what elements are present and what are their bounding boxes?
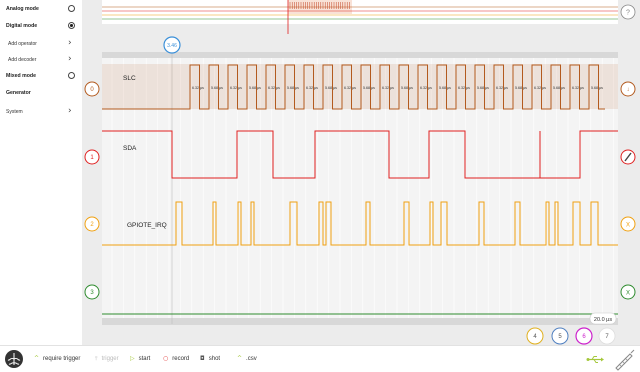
require-trigger-button[interactable]: ^ require trigger bbox=[34, 355, 80, 362]
channel-7-select[interactable]: 7 bbox=[598, 327, 616, 345]
channel-0-name: SLC bbox=[123, 75, 136, 82]
help-button[interactable]: ? bbox=[620, 4, 636, 20]
channel-6-select[interactable]: 6 bbox=[575, 327, 593, 345]
shot-button[interactable]: ◘ shot bbox=[200, 355, 220, 362]
csv-label: .csv bbox=[246, 355, 257, 362]
channel-1-button[interactable]: 1 bbox=[84, 149, 100, 165]
pulse-width-label: 6.32 µs bbox=[268, 86, 280, 90]
shot-label: shot bbox=[208, 355, 221, 362]
timebase-label: 20.0 µs bbox=[594, 317, 612, 323]
pulse-width-label: 5.68 µs bbox=[211, 86, 223, 90]
pulse-width-label: 6.32 µs bbox=[572, 86, 584, 90]
pulse-width-label: 6.32 µs bbox=[382, 86, 394, 90]
chevron-up-icon: ^ bbox=[34, 355, 40, 362]
channel-1-edit-button[interactable] bbox=[620, 149, 636, 165]
channel-0-offset-button[interactable]: ↓ bbox=[620, 81, 636, 97]
app-logo-icon[interactable] bbox=[4, 349, 24, 369]
channel-5-select[interactable]: 5 bbox=[551, 327, 569, 345]
close-icon: X bbox=[626, 222, 630, 228]
arrow-down-icon: ↓ bbox=[627, 87, 630, 93]
channel-4-select[interactable]: 4 bbox=[526, 327, 544, 345]
record-icon: ○ bbox=[163, 355, 169, 362]
pulse-width-label: 5.68 µs bbox=[287, 86, 299, 90]
pulse-width-label: 6.32 µs bbox=[306, 86, 318, 90]
pulse-width-label: 5.68 µs bbox=[325, 86, 337, 90]
bottom-toolbar: ^ require trigger ⫯ trigger ▷ start ○ re… bbox=[0, 345, 640, 372]
channel-3-button[interactable]: 3 bbox=[84, 284, 100, 300]
channel-3-close-button[interactable]: X bbox=[620, 284, 636, 300]
timebase-badge[interactable]: 20.0 µs bbox=[589, 312, 617, 325]
start-button[interactable]: ▷ start bbox=[130, 355, 150, 362]
cursor-marker-label: 3.46 bbox=[167, 43, 177, 49]
pulse-width-label: 5.68 µs bbox=[249, 86, 261, 90]
require-trigger-label: require trigger bbox=[43, 355, 81, 362]
help-label: ? bbox=[626, 9, 630, 16]
trigger-button[interactable]: ⫯ trigger bbox=[95, 355, 119, 363]
record-label: record bbox=[172, 355, 190, 362]
pulse-width-label: 5.68 µs bbox=[515, 86, 527, 90]
oscilloscope-canvas[interactable]: 6.32 µs 5.68 µs 6.32 µs 5.68 µs 6.32 µs 5.68 … bbox=[0, 0, 640, 345]
cursor-marker[interactable]: 3.46 bbox=[163, 36, 181, 54]
close-icon: X bbox=[626, 290, 630, 296]
chevron-up-icon: ^ bbox=[237, 355, 243, 362]
csv-button[interactable]: ^ .csv bbox=[237, 355, 257, 362]
play-icon: ▷ bbox=[130, 355, 135, 362]
pulse-width-label: 5.68 µs bbox=[439, 86, 451, 90]
channel-0-button[interactable]: 0 bbox=[84, 81, 100, 97]
pulse-width-label: 5.68 µs bbox=[553, 86, 565, 90]
pulse-width-label: 6.32 µs bbox=[192, 86, 204, 90]
pulse-width-label: 6.32 µs bbox=[496, 86, 508, 90]
overview-strip[interactable] bbox=[102, 0, 618, 34]
camera-icon: ◘ bbox=[200, 355, 205, 362]
channel-2-close-button[interactable]: X bbox=[620, 216, 636, 232]
pulse-width-label: 6.32 µs bbox=[458, 86, 470, 90]
usb-icon bbox=[586, 356, 604, 363]
probe-icon[interactable] bbox=[612, 348, 636, 372]
pulse-width-label: 5.68 µs bbox=[363, 86, 375, 90]
pulse-width-label: 5.68 µs bbox=[591, 86, 603, 90]
pulse-width-label: 5.68 µs bbox=[477, 86, 489, 90]
channel-2-name: GPIOTE_IRQ bbox=[127, 222, 167, 229]
start-label: start bbox=[138, 355, 151, 362]
pulse-width-label: 6.32 µs bbox=[534, 86, 546, 90]
pulse-width-label: 5.68 µs bbox=[401, 86, 413, 90]
pulse-width-label: 6.32 µs bbox=[420, 86, 432, 90]
channel-1-name: SDA bbox=[123, 145, 137, 152]
record-button[interactable]: ○ record bbox=[163, 355, 189, 362]
channel-2-button[interactable]: 2 bbox=[84, 216, 100, 232]
pulse-width-label: 6.32 µs bbox=[230, 86, 242, 90]
trigger-label: trigger bbox=[101, 356, 119, 362]
trigger-icon: ⫯ bbox=[95, 355, 98, 362]
pulse-width-label: 6.32 µs bbox=[344, 86, 356, 90]
